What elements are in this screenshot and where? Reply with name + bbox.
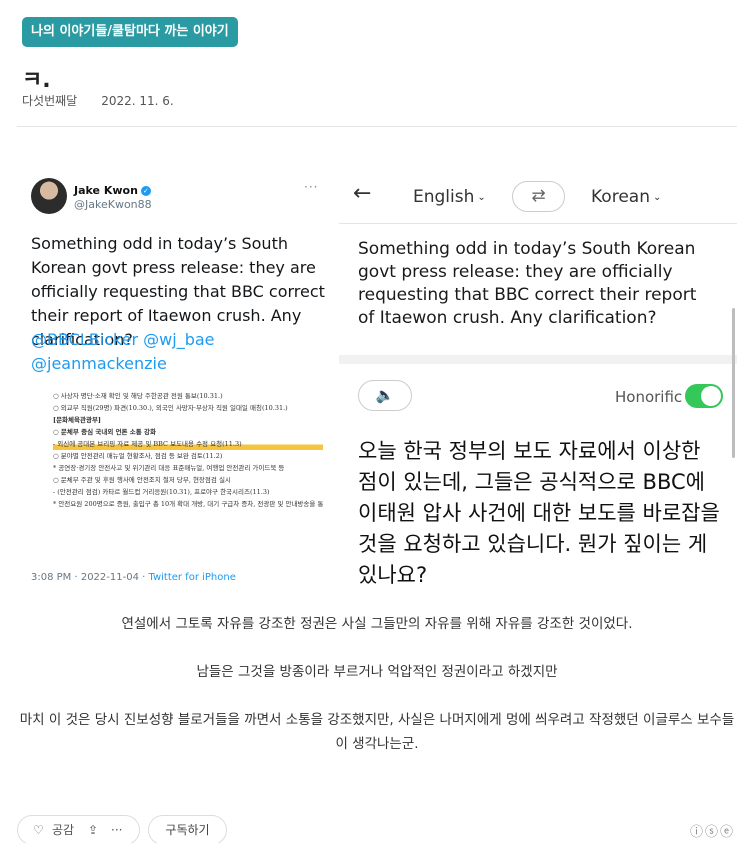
like-button[interactable]: 공감: [52, 816, 74, 843]
swap-languages-icon: ⇄: [512, 181, 565, 212]
more-options-icon[interactable]: ···: [111, 816, 122, 843]
doc-line: * 안전요원 200명으로 증원, 출입구 총 10개 확대 개방, 대기 구급…: [53, 500, 323, 508]
post-date: 2022. 11. 6.: [101, 94, 174, 108]
doc-line: * 공연장·경기장 안전사고 및 위기관리 대응 표준매뉴얼, 여행업 안전관리…: [53, 464, 285, 472]
body-paragraph: 남들은 그것을 방종이라 부르거나 억압적인 정권이라고 하겠지만: [196, 664, 558, 680]
tweet-author-name: Jake Kwon ✓: [74, 184, 151, 197]
heart-icon[interactable]: ♡: [33, 816, 44, 843]
post-title: ㅋ.: [22, 68, 51, 93]
subscribe-button[interactable]: 구독하기: [148, 815, 227, 843]
divider: [17, 126, 737, 127]
cc-license-icon: ⓘⓢⓔ: [689, 825, 735, 840]
category-badge[interactable]: 나의 이야기들/쿨탐마다 까는 이야기: [22, 17, 238, 47]
body-paragraph: 마치 이 것은 당시 진보성향 블로거들을 까면서 소통을 강조했지만, 사실은…: [19, 712, 735, 752]
avatar: [31, 178, 67, 214]
doc-line: ○ 문체부 주관 및 후원 행사에 안전조치 철저 당부, 현장점검 실시: [53, 476, 231, 484]
doc-line: ○ 사상자 명단·소재 확인 및 해당 주한공관 전원 통보(10.31.): [53, 392, 223, 400]
honorific-toggle: [685, 384, 723, 408]
translator-panel: ← English ⌄ ⇄ Korean ⌄ Something odd in to…: [339, 168, 737, 592]
tweet-handle: @JakeKwon88: [74, 198, 152, 211]
doc-line: ○ 분야별 안전관리 매뉴얼 현황조사, 점검 등 보완 검토(11.2): [53, 452, 223, 460]
doc-line-highlighted: - 외신에 공대본 브리핑 자료 제공 및 BBC 보도내용 수정 요청(11.…: [53, 438, 323, 450]
target-language-select: Korean ⌄: [591, 187, 662, 207]
translator-source-text: Something odd in today’s South Korean go…: [358, 239, 697, 328]
doc-line: - (안전관리 점검) 카타르 월드컵 거리응원(10.31), 프로야구 한국…: [53, 488, 270, 496]
verified-badge-icon: ✓: [140, 186, 151, 196]
reaction-group: ♡ 공감 ⇪ ···: [17, 815, 140, 843]
source-language-select: English ⌄: [413, 187, 486, 207]
tweet-card: Jake Kwon ✓ @JakeKwon88 ··· Something odd…: [17, 168, 335, 592]
chevron-down-icon: ⌄: [477, 192, 486, 203]
doc-line: [문화체육관광부]: [53, 416, 102, 424]
back-arrow-icon: ←: [353, 181, 372, 206]
translator-toolbar: ← English ⌄ ⇄ Korean ⌄: [339, 168, 737, 224]
doc-line: ○ 문체부 중심 국내외 언론 소통 강화: [53, 428, 156, 436]
press-release-image: ○ 사상자 명단·소재 확인 및 해당 주한공관 전원 통보(10.31.) ○…: [53, 390, 323, 510]
author-name[interactable]: 다섯번째달: [22, 94, 77, 108]
translator-result-text: 오늘 한국 정부의 보도 자료에서 이상한 점이 있는데, 그들은 공식적으로 …: [358, 439, 720, 587]
tweet-mentions: @BBCLBicker @wj_bae @jeanmackenzie: [31, 330, 215, 373]
chevron-down-icon: ⌄: [652, 192, 662, 203]
more-icon: ···: [304, 180, 319, 194]
section-divider: [339, 355, 737, 364]
honorific-label: Honorific: [615, 388, 683, 406]
share-icon[interactable]: ⇪: [88, 816, 98, 843]
tweet-source: Twitter for iPhone: [148, 572, 236, 583]
doc-line: ○ 외교부 직원(29명) 파견(10.30.), 외국인 사망자·부상자 직원…: [53, 404, 288, 412]
body-paragraph: 연설에서 그토록 자유를 강조한 정권은 사실 그들만의 자유를 위해 자유를 …: [121, 616, 633, 632]
tweet-timestamp: 3:08 PM · 2022-11-04 · Twitter for iPhon…: [31, 572, 236, 583]
post-meta: 다섯번째달 2022. 11. 6.: [22, 92, 174, 109]
speaker-icon: 🔈: [358, 380, 412, 411]
post-action-bar: ♡ 공감 ⇪ ··· 구독하기 ⓘⓢⓔ: [17, 815, 737, 843]
embedded-screenshot: Jake Kwon ✓ @JakeKwon88 ··· Something odd…: [17, 168, 737, 592]
scrollbar: [732, 308, 735, 458]
